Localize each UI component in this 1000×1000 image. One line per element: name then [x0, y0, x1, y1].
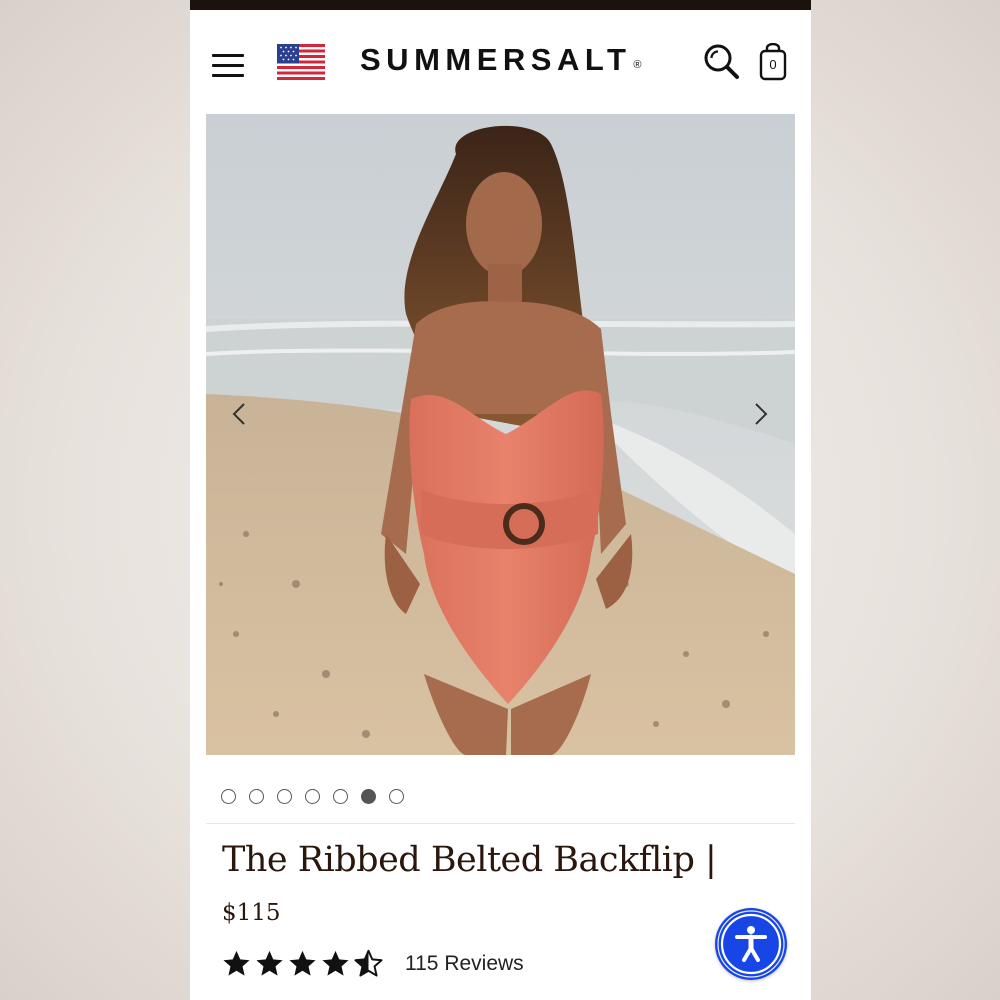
- site-header: SUMMERSALT ® 0: [190, 10, 811, 114]
- chevron-right-icon[interactable]: [746, 391, 776, 437]
- reviews-link[interactable]: 115 Reviews: [405, 952, 524, 976]
- search-icon[interactable]: [702, 42, 742, 82]
- carousel-dot-active[interactable]: [361, 789, 376, 804]
- product-title: The Ribbed Belted Backflip |: [222, 840, 717, 880]
- star-full-icon: [289, 950, 316, 976]
- star-half-icon: [354, 949, 383, 977]
- product-photo: [206, 114, 795, 755]
- product-image-carousel[interactable]: [206, 114, 795, 755]
- shopping-bag-icon[interactable]: 0: [757, 43, 789, 83]
- star-full-icon: [256, 950, 283, 976]
- us-flag-icon[interactable]: [277, 44, 325, 80]
- top-status-bar: [190, 0, 811, 10]
- brand-logo[interactable]: SUMMERSALT ®: [360, 40, 650, 80]
- registered-mark: ®: [633, 59, 642, 71]
- chevron-left-icon[interactable]: [224, 391, 254, 437]
- mobile-page: SUMMERSALT ® 0 The Ribbed Belted Backfli…: [190, 0, 811, 1000]
- accessibility-button[interactable]: [715, 908, 787, 980]
- hamburger-menu-icon[interactable]: [212, 52, 246, 78]
- carousel-dot[interactable]: [333, 789, 348, 804]
- brand-name: SUMMERSALT: [360, 42, 632, 77]
- star-rating: [222, 949, 383, 978]
- cart-count-badge: 0: [769, 57, 777, 72]
- carousel-dot[interactable]: [389, 789, 404, 804]
- accessibility-person-icon: [717, 910, 785, 978]
- carousel-dot[interactable]: [305, 789, 320, 804]
- carousel-pagination: [221, 789, 404, 807]
- star-full-icon: [223, 950, 250, 976]
- carousel-dot[interactable]: [277, 789, 292, 804]
- carousel-dot[interactable]: [221, 789, 236, 804]
- carousel-dot[interactable]: [249, 789, 264, 804]
- product-rating[interactable]: 115 Reviews: [222, 949, 524, 978]
- product-price: $115: [222, 900, 281, 926]
- divider: [206, 823, 795, 824]
- star-full-icon: [322, 950, 349, 976]
